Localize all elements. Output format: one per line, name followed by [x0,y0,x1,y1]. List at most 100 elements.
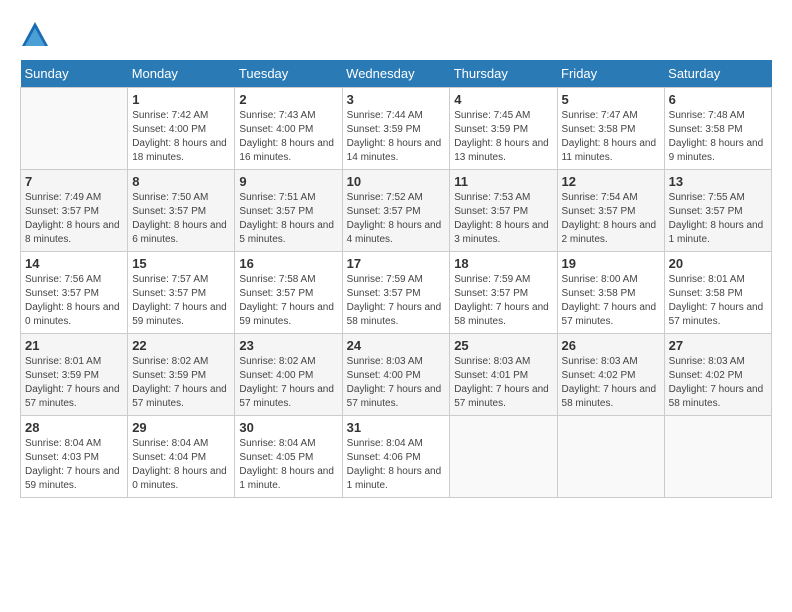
day-number: 11 [454,174,552,189]
day-info: Sunrise: 7:57 AMSunset: 3:57 PMDaylight:… [132,273,230,329]
calendar-cell [664,416,771,498]
day-info: Sunrise: 8:04 AMSunset: 4:05 PMDaylight:… [239,437,337,493]
day-number: 4 [454,92,552,107]
day-info: Sunrise: 7:47 AMSunset: 3:58 PMDaylight:… [562,109,660,165]
header-thursday: Thursday [450,60,557,88]
calendar-cell: 9 Sunrise: 7:51 AMSunset: 3:57 PMDaylight… [235,170,342,252]
day-info: Sunrise: 7:52 AMSunset: 3:57 PMDaylight:… [347,191,446,247]
day-info: Sunrise: 8:04 AMSunset: 4:06 PMDaylight:… [347,437,446,493]
calendar-cell: 15 Sunrise: 7:57 AMSunset: 3:57 PMDayligh… [128,252,235,334]
day-number: 6 [669,92,767,107]
calendar-header-row: SundayMondayTuesdayWednesdayThursdayFrid… [21,60,772,88]
day-number: 8 [132,174,230,189]
day-info: Sunrise: 7:42 AMSunset: 4:00 PMDaylight:… [132,109,230,165]
day-number: 17 [347,256,446,271]
page-header [20,20,772,50]
calendar-cell: 10 Sunrise: 7:52 AMSunset: 3:57 PMDayligh… [342,170,450,252]
calendar-cell: 23 Sunrise: 8:02 AMSunset: 4:00 PMDayligh… [235,334,342,416]
calendar-cell: 20 Sunrise: 8:01 AMSunset: 3:58 PMDayligh… [664,252,771,334]
calendar-cell: 14 Sunrise: 7:56 AMSunset: 3:57 PMDayligh… [21,252,128,334]
calendar-week-row: 14 Sunrise: 7:56 AMSunset: 3:57 PMDayligh… [21,252,772,334]
day-number: 27 [669,338,767,353]
day-info: Sunrise: 7:58 AMSunset: 3:57 PMDaylight:… [239,273,337,329]
calendar-cell: 5 Sunrise: 7:47 AMSunset: 3:58 PMDaylight… [557,88,664,170]
day-info: Sunrise: 7:50 AMSunset: 3:57 PMDaylight:… [132,191,230,247]
calendar-cell: 8 Sunrise: 7:50 AMSunset: 3:57 PMDaylight… [128,170,235,252]
day-info: Sunrise: 8:04 AMSunset: 4:04 PMDaylight:… [132,437,230,493]
header-monday: Monday [128,60,235,88]
day-number: 1 [132,92,230,107]
calendar-cell: 30 Sunrise: 8:04 AMSunset: 4:05 PMDayligh… [235,416,342,498]
calendar-cell [557,416,664,498]
calendar-cell [450,416,557,498]
day-number: 14 [25,256,123,271]
day-number: 12 [562,174,660,189]
day-number: 25 [454,338,552,353]
day-number: 23 [239,338,337,353]
calendar-week-row: 7Sunrise: 7:49 AMSunset: 3:57 PMDaylight… [21,170,772,252]
day-info: Sunrise: 7:55 AMSunset: 3:57 PMDaylight:… [669,191,767,247]
day-info: Sunrise: 7:59 AMSunset: 3:57 PMDaylight:… [347,273,446,329]
calendar-cell: 6 Sunrise: 7:48 AMSunset: 3:58 PMDaylight… [664,88,771,170]
calendar-cell [21,88,128,170]
day-info: Sunrise: 8:01 AMSunset: 3:58 PMDaylight:… [669,273,767,329]
day-info: Sunrise: 8:02 AMSunset: 3:59 PMDaylight:… [132,355,230,411]
day-info: Sunrise: 7:56 AMSunset: 3:57 PMDaylight:… [25,273,123,329]
calendar-cell: 1 Sunrise: 7:42 AMSunset: 4:00 PMDaylight… [128,88,235,170]
header-sunday: Sunday [21,60,128,88]
day-number: 18 [454,256,552,271]
day-number: 3 [347,92,446,107]
day-info: Sunrise: 7:48 AMSunset: 3:58 PMDaylight:… [669,109,767,165]
day-number: 20 [669,256,767,271]
day-info: Sunrise: 7:45 AMSunset: 3:59 PMDaylight:… [454,109,552,165]
day-info: Sunrise: 8:03 AMSunset: 4:00 PMDaylight:… [347,355,446,411]
header-saturday: Saturday [664,60,771,88]
calendar-cell: 25 Sunrise: 8:03 AMSunset: 4:01 PMDayligh… [450,334,557,416]
calendar-cell: 7Sunrise: 7:49 AMSunset: 3:57 PMDaylight… [21,170,128,252]
calendar: SundayMondayTuesdayWednesdayThursdayFrid… [20,60,772,498]
day-info: Sunrise: 8:03 AMSunset: 4:02 PMDaylight:… [669,355,767,411]
logo [20,20,54,50]
day-number: 30 [239,420,337,435]
day-info: Sunrise: 7:44 AMSunset: 3:59 PMDaylight:… [347,109,446,165]
day-number: 7 [25,174,123,189]
logo-icon [20,20,50,50]
day-number: 15 [132,256,230,271]
header-wednesday: Wednesday [342,60,450,88]
day-number: 13 [669,174,767,189]
day-number: 24 [347,338,446,353]
calendar-cell: 11Sunrise: 7:53 AMSunset: 3:57 PMDayligh… [450,170,557,252]
calendar-cell: 13 Sunrise: 7:55 AMSunset: 3:57 PMDayligh… [664,170,771,252]
calendar-cell: 2Sunrise: 7:43 AMSunset: 4:00 PMDaylight… [235,88,342,170]
calendar-cell: 28 Sunrise: 8:04 AMSunset: 4:03 PMDayligh… [21,416,128,498]
day-info: Sunrise: 8:02 AMSunset: 4:00 PMDaylight:… [239,355,337,411]
calendar-cell: 4 Sunrise: 7:45 AMSunset: 3:59 PMDaylight… [450,88,557,170]
day-info: Sunrise: 7:59 AMSunset: 3:57 PMDaylight:… [454,273,552,329]
calendar-week-row: 21 Sunrise: 8:01 AMSunset: 3:59 PMDayligh… [21,334,772,416]
day-info: Sunrise: 7:43 AMSunset: 4:00 PMDaylight:… [239,109,337,165]
calendar-cell: 26 Sunrise: 8:03 AMSunset: 4:02 PMDayligh… [557,334,664,416]
calendar-cell: 29 Sunrise: 8:04 AMSunset: 4:04 PMDayligh… [128,416,235,498]
calendar-week-row: 28 Sunrise: 8:04 AMSunset: 4:03 PMDayligh… [21,416,772,498]
day-info: Sunrise: 8:03 AMSunset: 4:01 PMDaylight:… [454,355,552,411]
day-info: Sunrise: 8:00 AMSunset: 3:58 PMDaylight:… [562,273,660,329]
day-number: 31 [347,420,446,435]
calendar-cell: 21 Sunrise: 8:01 AMSunset: 3:59 PMDayligh… [21,334,128,416]
day-info: Sunrise: 8:01 AMSunset: 3:59 PMDaylight:… [25,355,123,411]
calendar-cell: 22Sunrise: 8:02 AMSunset: 3:59 PMDayligh… [128,334,235,416]
day-number: 29 [132,420,230,435]
calendar-cell: 31 Sunrise: 8:04 AMSunset: 4:06 PMDayligh… [342,416,450,498]
day-info: Sunrise: 7:54 AMSunset: 3:57 PMDaylight:… [562,191,660,247]
day-number: 9 [239,174,337,189]
day-number: 28 [25,420,123,435]
day-number: 26 [562,338,660,353]
day-number: 21 [25,338,123,353]
day-info: Sunrise: 8:03 AMSunset: 4:02 PMDaylight:… [562,355,660,411]
day-number: 5 [562,92,660,107]
day-info: Sunrise: 8:04 AMSunset: 4:03 PMDaylight:… [25,437,123,493]
calendar-week-row: 1 Sunrise: 7:42 AMSunset: 4:00 PMDaylight… [21,88,772,170]
day-number: 10 [347,174,446,189]
calendar-cell: 16Sunrise: 7:58 AMSunset: 3:57 PMDayligh… [235,252,342,334]
calendar-cell: 27 Sunrise: 8:03 AMSunset: 4:02 PMDayligh… [664,334,771,416]
day-info: Sunrise: 7:51 AMSunset: 3:57 PMDaylight:… [239,191,337,247]
